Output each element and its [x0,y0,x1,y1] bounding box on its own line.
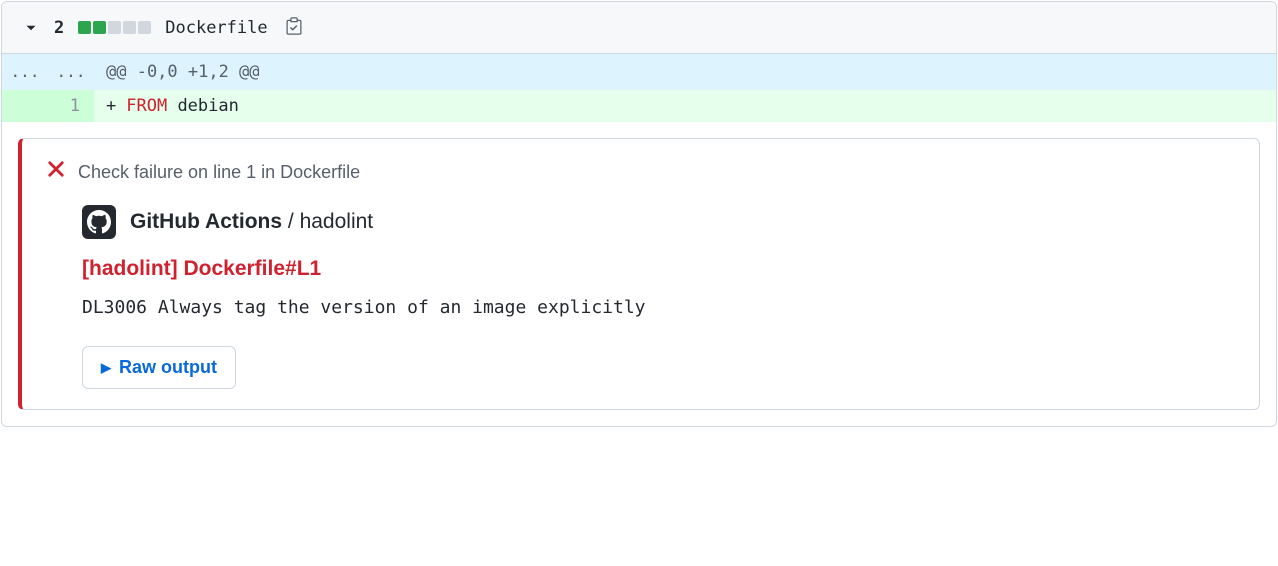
diffstat [78,21,151,34]
github-logo-icon [82,205,116,239]
annotation-source-text[interactable]: GitHub Actions / hadolint [130,210,373,234]
line-content: + FROM debian [94,90,1276,122]
annotation-title[interactable]: [hadolint] Dockerfile#L1 [82,257,1235,281]
dockerfile-keyword: FROM [126,96,167,116]
diffstat-neutral-block [123,21,136,34]
diffstat-added-block [93,21,106,34]
annotation-header-text: Check failure on line 1 in Dockerfile [78,162,360,183]
raw-output-button[interactable]: ▶ Raw output [82,346,236,389]
change-count: 2 [54,18,64,38]
annotation-wrapper: Check failure on line 1 in Dockerfile Gi… [2,122,1276,426]
raw-output-label: Raw output [119,357,217,378]
x-failure-icon [46,159,66,185]
line-number-new[interactable]: 1 [48,90,94,122]
annotation-message: DL3006 Always tag the version of an imag… [82,297,1235,318]
line-number-old[interactable] [2,90,48,122]
hunk-header-row: ... ... @@ -0,0 +1,2 @@ [2,54,1276,90]
hunk-expand-new: ... [48,54,94,90]
annotation-header: Check failure on line 1 in Dockerfile [46,159,1235,185]
line-marker: + [106,96,116,116]
source-check-name: hadolint [300,210,374,233]
file-header: 2 Dockerfile [2,2,1276,54]
source-separator: / [282,210,300,233]
triangle-right-icon: ▶ [101,360,111,376]
source-app-name: GitHub Actions [130,210,282,233]
diffstat-neutral-block [108,21,121,34]
diffstat-neutral-block [138,21,151,34]
chevron-down-icon[interactable] [22,19,40,37]
diff-file-container: 2 Dockerfile ... ... @@ -0,0 +1,2 @@ 1 +… [1,1,1277,427]
check-annotation: Check failure on line 1 in Dockerfile Gi… [18,138,1260,410]
clipboard-icon[interactable] [284,16,304,39]
hunk-gutter[interactable]: ... ... [2,54,94,90]
dockerfile-arg: debian [167,96,239,116]
filename[interactable]: Dockerfile [165,18,267,38]
diffstat-added-block [78,21,91,34]
hunk-header-text: @@ -0,0 +1,2 @@ [94,54,1276,90]
hunk-expand-old: ... [2,54,48,90]
diff-line-added: 1 + FROM debian [2,90,1276,122]
line-gutter: 1 [2,90,94,122]
annotation-source: GitHub Actions / hadolint [82,205,1235,239]
